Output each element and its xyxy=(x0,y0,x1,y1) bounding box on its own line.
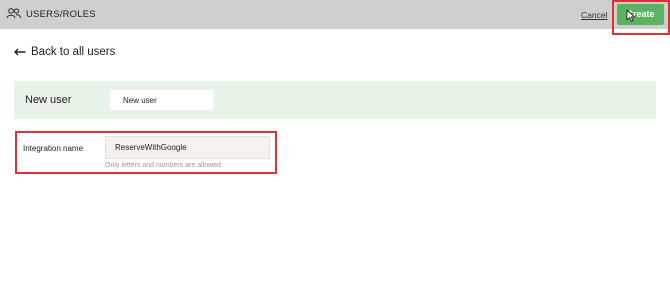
back-link-label: Back to all users xyxy=(31,46,116,58)
new-user-panel: New user New user xyxy=(14,81,656,119)
new-user-heading: New user xyxy=(25,94,72,106)
integration-name-input[interactable]: ReserveWithGoogle xyxy=(105,136,270,159)
cancel-link[interactable]: Cancel xyxy=(581,10,607,20)
integration-name-hint: Only letters and numbers are allowed xyxy=(105,162,221,169)
create-button[interactable]: Create xyxy=(617,4,664,25)
integration-name-label: Integration name xyxy=(23,144,84,153)
users-icon xyxy=(6,8,21,19)
section-title: USERS/ROLES xyxy=(26,9,96,20)
user-name-input[interactable]: New user xyxy=(110,90,213,110)
arrow-left-icon xyxy=(14,48,26,56)
mouse-pointer-icon xyxy=(626,9,636,22)
back-to-users-link[interactable]: Back to all users xyxy=(14,46,115,58)
top-bar: USERS/ROLES Cancel Create xyxy=(0,0,670,29)
